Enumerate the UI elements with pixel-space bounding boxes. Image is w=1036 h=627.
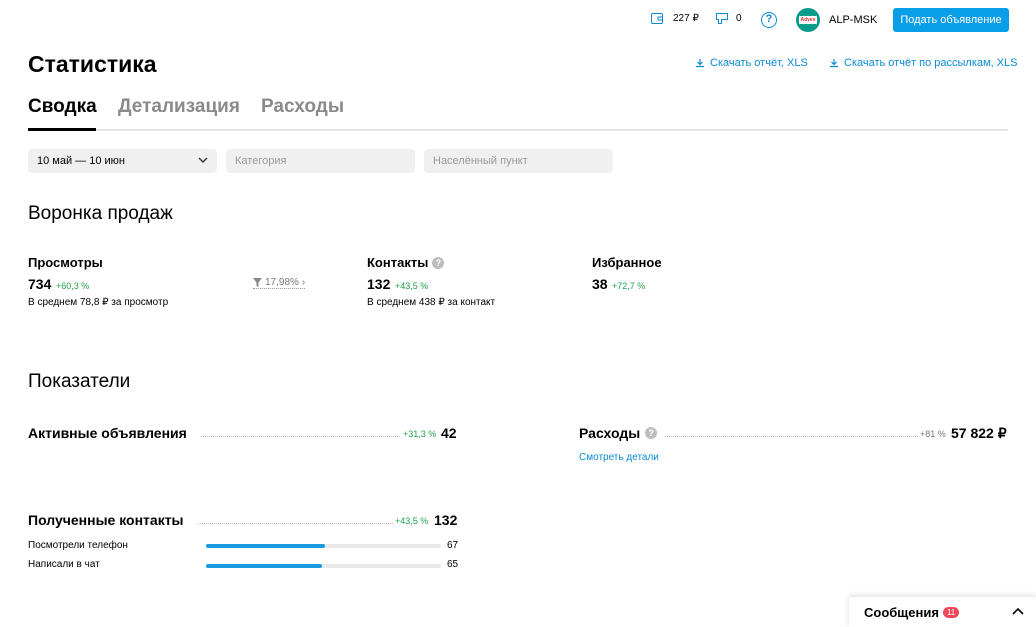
favorites-label: Избранное [592,255,662,270]
avatar-logo: Advex [799,16,817,24]
active-ads-change: +31,3 % [403,429,437,439]
category-input[interactable]: Категория [226,149,415,173]
dot-leader [198,523,393,524]
dot-leader [665,436,918,437]
chevron-up-icon[interactable] [1012,607,1024,615]
contacts-label: Контакты [367,255,429,270]
expenses-details-link[interactable]: Смотреть детали [579,452,659,463]
bonuses[interactable]: 0 [716,13,742,24]
chat-messages-bar [206,564,441,568]
views-value: 734 [28,276,52,292]
messages-label: Сообщения [864,604,939,620]
views-sub: В среднем 78,8 ₽ за просмотр [28,297,169,308]
chat-messages-label: Написали в чат [28,559,100,570]
contacts-header: Контакты ? [367,255,445,270]
active-ads-value: 42 [441,425,457,441]
chevron-down-icon [198,157,208,163]
expenses-label: Расходы [579,425,641,441]
tab-active-indicator [28,128,96,131]
info-icon[interactable]: ? [645,427,658,439]
favorites-change: +72,7 % [612,281,646,291]
help-icon[interactable]: ? [761,12,777,28]
funnel-title: Воронка продаж [28,203,173,224]
chat-messages-value: 65 [447,559,459,570]
post-ad-button[interactable]: Подать объявление [893,8,1009,32]
phone-views-bar-fill [206,544,326,548]
phone-views-value: 67 [447,540,459,551]
received-contacts-change: +43,5 % [395,516,429,526]
chevron-right-icon: › [301,277,306,288]
expenses-value: 57 822 ₽ [951,425,1007,441]
contacts-sub: В среднем 438 ₽ за контакт [367,297,496,308]
favorites-value: 38 [592,276,608,292]
filter-icon [253,278,262,287]
download-xls-link[interactable]: Скачать отчёт, XLS [695,57,808,69]
contacts-change: +43,5 % [395,281,429,291]
period-value: 10 май — 10 июн [37,155,125,167]
wallet[interactable]: 227 ₽ [651,13,699,24]
expenses-change: +81 % [920,429,946,439]
views-conversion[interactable]: 17,98% › [253,277,306,289]
chat-messages-bar-fill [206,564,322,568]
wallet-icon [651,13,663,24]
download-icon [696,59,704,68]
download-icon [830,59,838,68]
dot-leader [201,436,400,437]
phone-views-bar [206,544,441,548]
avatar[interactable]: Advex [796,8,820,32]
ticket-icon [716,13,728,24]
period-select[interactable]: 10 май — 10 июн [28,149,217,173]
download-mailings-xls-label: Скачать отчёт по рассылкам, XLS [844,57,1018,69]
active-ads-label: Активные объявления [28,425,187,441]
account-name[interactable]: ALP-MSK [829,14,877,26]
tab-details[interactable]: Детализация [118,96,240,118]
received-contacts-label: Полученные контакты [28,512,184,528]
metrics-title: Показатели [28,371,131,392]
page-title: Статистика [28,51,157,77]
views-change: +60,3 % [56,281,90,291]
messages-widget[interactable]: Сообщения 11 [849,597,1036,627]
wallet-amount: 227 ₽ [673,13,699,24]
tabs-divider [28,129,1008,131]
conversion-value: 17,98% [265,277,299,288]
phone-views-label: Посмотрели телефон [28,540,128,551]
contacts-value: 132 [367,276,391,292]
download-mailings-xls-link[interactable]: Скачать отчёт по рассылкам, XLS [829,57,1018,69]
tab-summary[interactable]: Сводка [28,96,97,118]
tab-expenses[interactable]: Расходы [261,96,344,118]
download-xls-label: Скачать отчёт, XLS [710,57,808,69]
bonus-count: 0 [736,13,742,24]
city-input[interactable]: Населённый пункт [424,149,613,173]
received-contacts-value: 132 [434,512,458,528]
messages-badge: 11 [942,606,960,618]
expenses-header: Расходы ? [579,425,658,441]
views-label: Просмотры [28,255,103,270]
info-icon[interactable]: ? [432,256,445,269]
